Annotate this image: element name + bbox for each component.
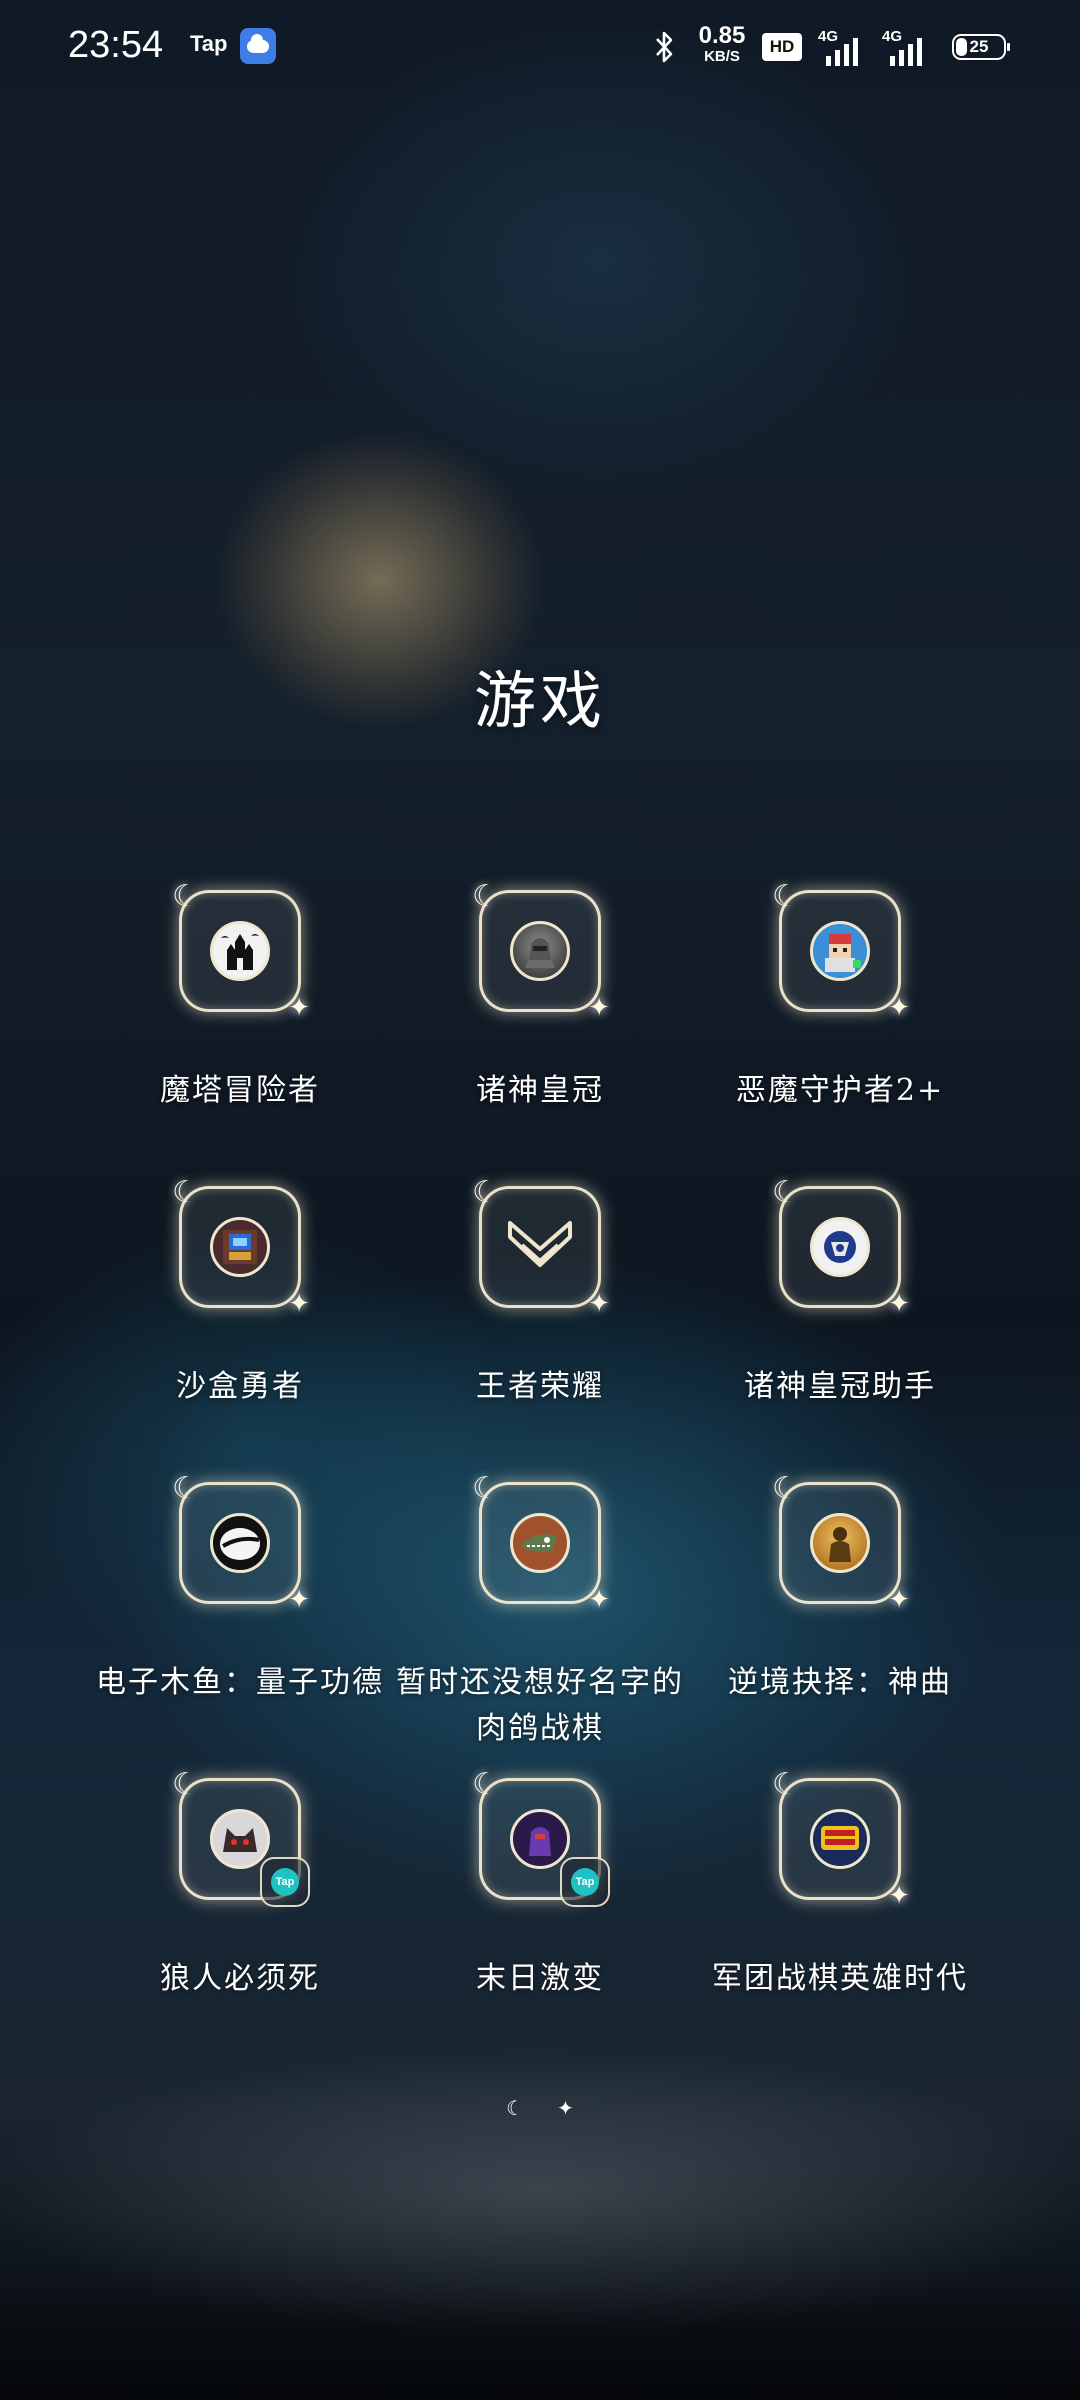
taptap-notification-icon: Tap — [190, 31, 228, 56]
app-demon-guardian[interactable]: ☾ ✦ 恶魔守护者2+ — [690, 879, 990, 1150]
wooden-fish-icon — [210, 1513, 270, 1573]
app-label: 暂时还没想好名字的肉鸽战棋 — [396, 1665, 684, 1746]
app-label: 诸神皇冠 — [476, 1073, 604, 1108]
battery-icon: 25 — [952, 34, 1010, 60]
app-gods-crown[interactable]: ☾ ✦ 诸神皇冠 — [390, 879, 690, 1150]
clock: 23:54 — [68, 24, 164, 66]
signal-strength-icon: 4G — [882, 28, 932, 66]
app-label: 末日激变 — [476, 1961, 604, 1996]
app-label: 诸神皇冠助手 — [744, 1369, 936, 1404]
app-label: 狼人必须死 — [160, 1961, 320, 1996]
hd-voice-icon: HD — [762, 33, 802, 61]
status-bar: 23:54 Tap 0.85 KB/S HD 4G 4G 25 — [0, 0, 1080, 96]
app-gods-crown-helper[interactable]: ☾ ✦ 诸神皇冠助手 — [690, 1175, 990, 1446]
pixel-robot-icon — [210, 1217, 270, 1277]
app-honor-of-kings[interactable]: ☾ ✦ 王者荣耀 — [390, 1175, 690, 1446]
app-electronic-wooden-fish[interactable]: ☾ ✦ 电子木鱼：量子功德 — [90, 1471, 390, 1742]
taptap-badge-icon: Tap — [260, 1857, 310, 1907]
app-label: 恶魔守护者2+ — [735, 1073, 945, 1108]
helper-emblem-icon — [810, 1217, 870, 1277]
app-label: 军团战棋英雄时代 — [712, 1961, 968, 1996]
app-legion-chess-hero-era[interactable]: ☾ ✦ 军团战棋英雄时代 — [690, 1767, 990, 2038]
page-indicator[interactable]: ☾ ✦ — [0, 2096, 1080, 2120]
purple-mech-icon — [510, 1809, 570, 1869]
taptap-badge-icon: Tap — [560, 1857, 610, 1907]
network-speed: 0.85 KB/S — [698, 22, 746, 65]
signal-strength-icon: 4G — [818, 28, 868, 66]
folder-title[interactable]: 游戏 — [0, 650, 1080, 740]
legion-chess-icon — [810, 1809, 870, 1869]
cloud-app-notification-icon — [240, 28, 276, 64]
app-adversity-choice[interactable]: ☾ ✦ 逆境抉择：神曲 — [690, 1471, 990, 1742]
app-mota-adventurer[interactable]: ☾ ✦ 魔塔冒险者 — [90, 879, 390, 1150]
app-label: 电子木鱼：量子功德 — [96, 1665, 384, 1700]
app-sandbox-hero[interactable]: ☾ ✦ 沙盒勇者 — [90, 1175, 390, 1446]
chevron-emblem-icon — [504, 1215, 576, 1279]
app-label: 魔塔冒险者 — [160, 1073, 320, 1108]
bluetooth-icon — [656, 31, 673, 63]
app-label: 逆境抉择：神曲 — [728, 1665, 952, 1700]
app-doomsday-mutation[interactable]: ☾ Tap 末日激变 — [390, 1767, 690, 2038]
app-werewolf-must-die[interactable]: ☾ Tap 狼人必须死 — [90, 1767, 390, 2038]
page-indicator-current-icon[interactable]: ☾ — [506, 2096, 524, 2120]
golden-knight-icon — [810, 1513, 870, 1573]
pixel-character-icon — [810, 921, 870, 981]
page-indicator-dot-icon[interactable]: ✦ — [557, 2096, 574, 2120]
crocodile-warrior-icon — [510, 1513, 570, 1573]
werewolf-icon — [210, 1809, 270, 1869]
app-roguelike-chess[interactable]: ☾ ✦ 暂时还没想好名字的肉鸽战棋 — [390, 1471, 690, 1746]
app-label: 沙盒勇者 — [176, 1369, 304, 1404]
app-label: 王者荣耀 — [476, 1369, 604, 1404]
armored-warrior-icon — [510, 921, 570, 981]
haunted-castle-icon — [210, 921, 270, 981]
